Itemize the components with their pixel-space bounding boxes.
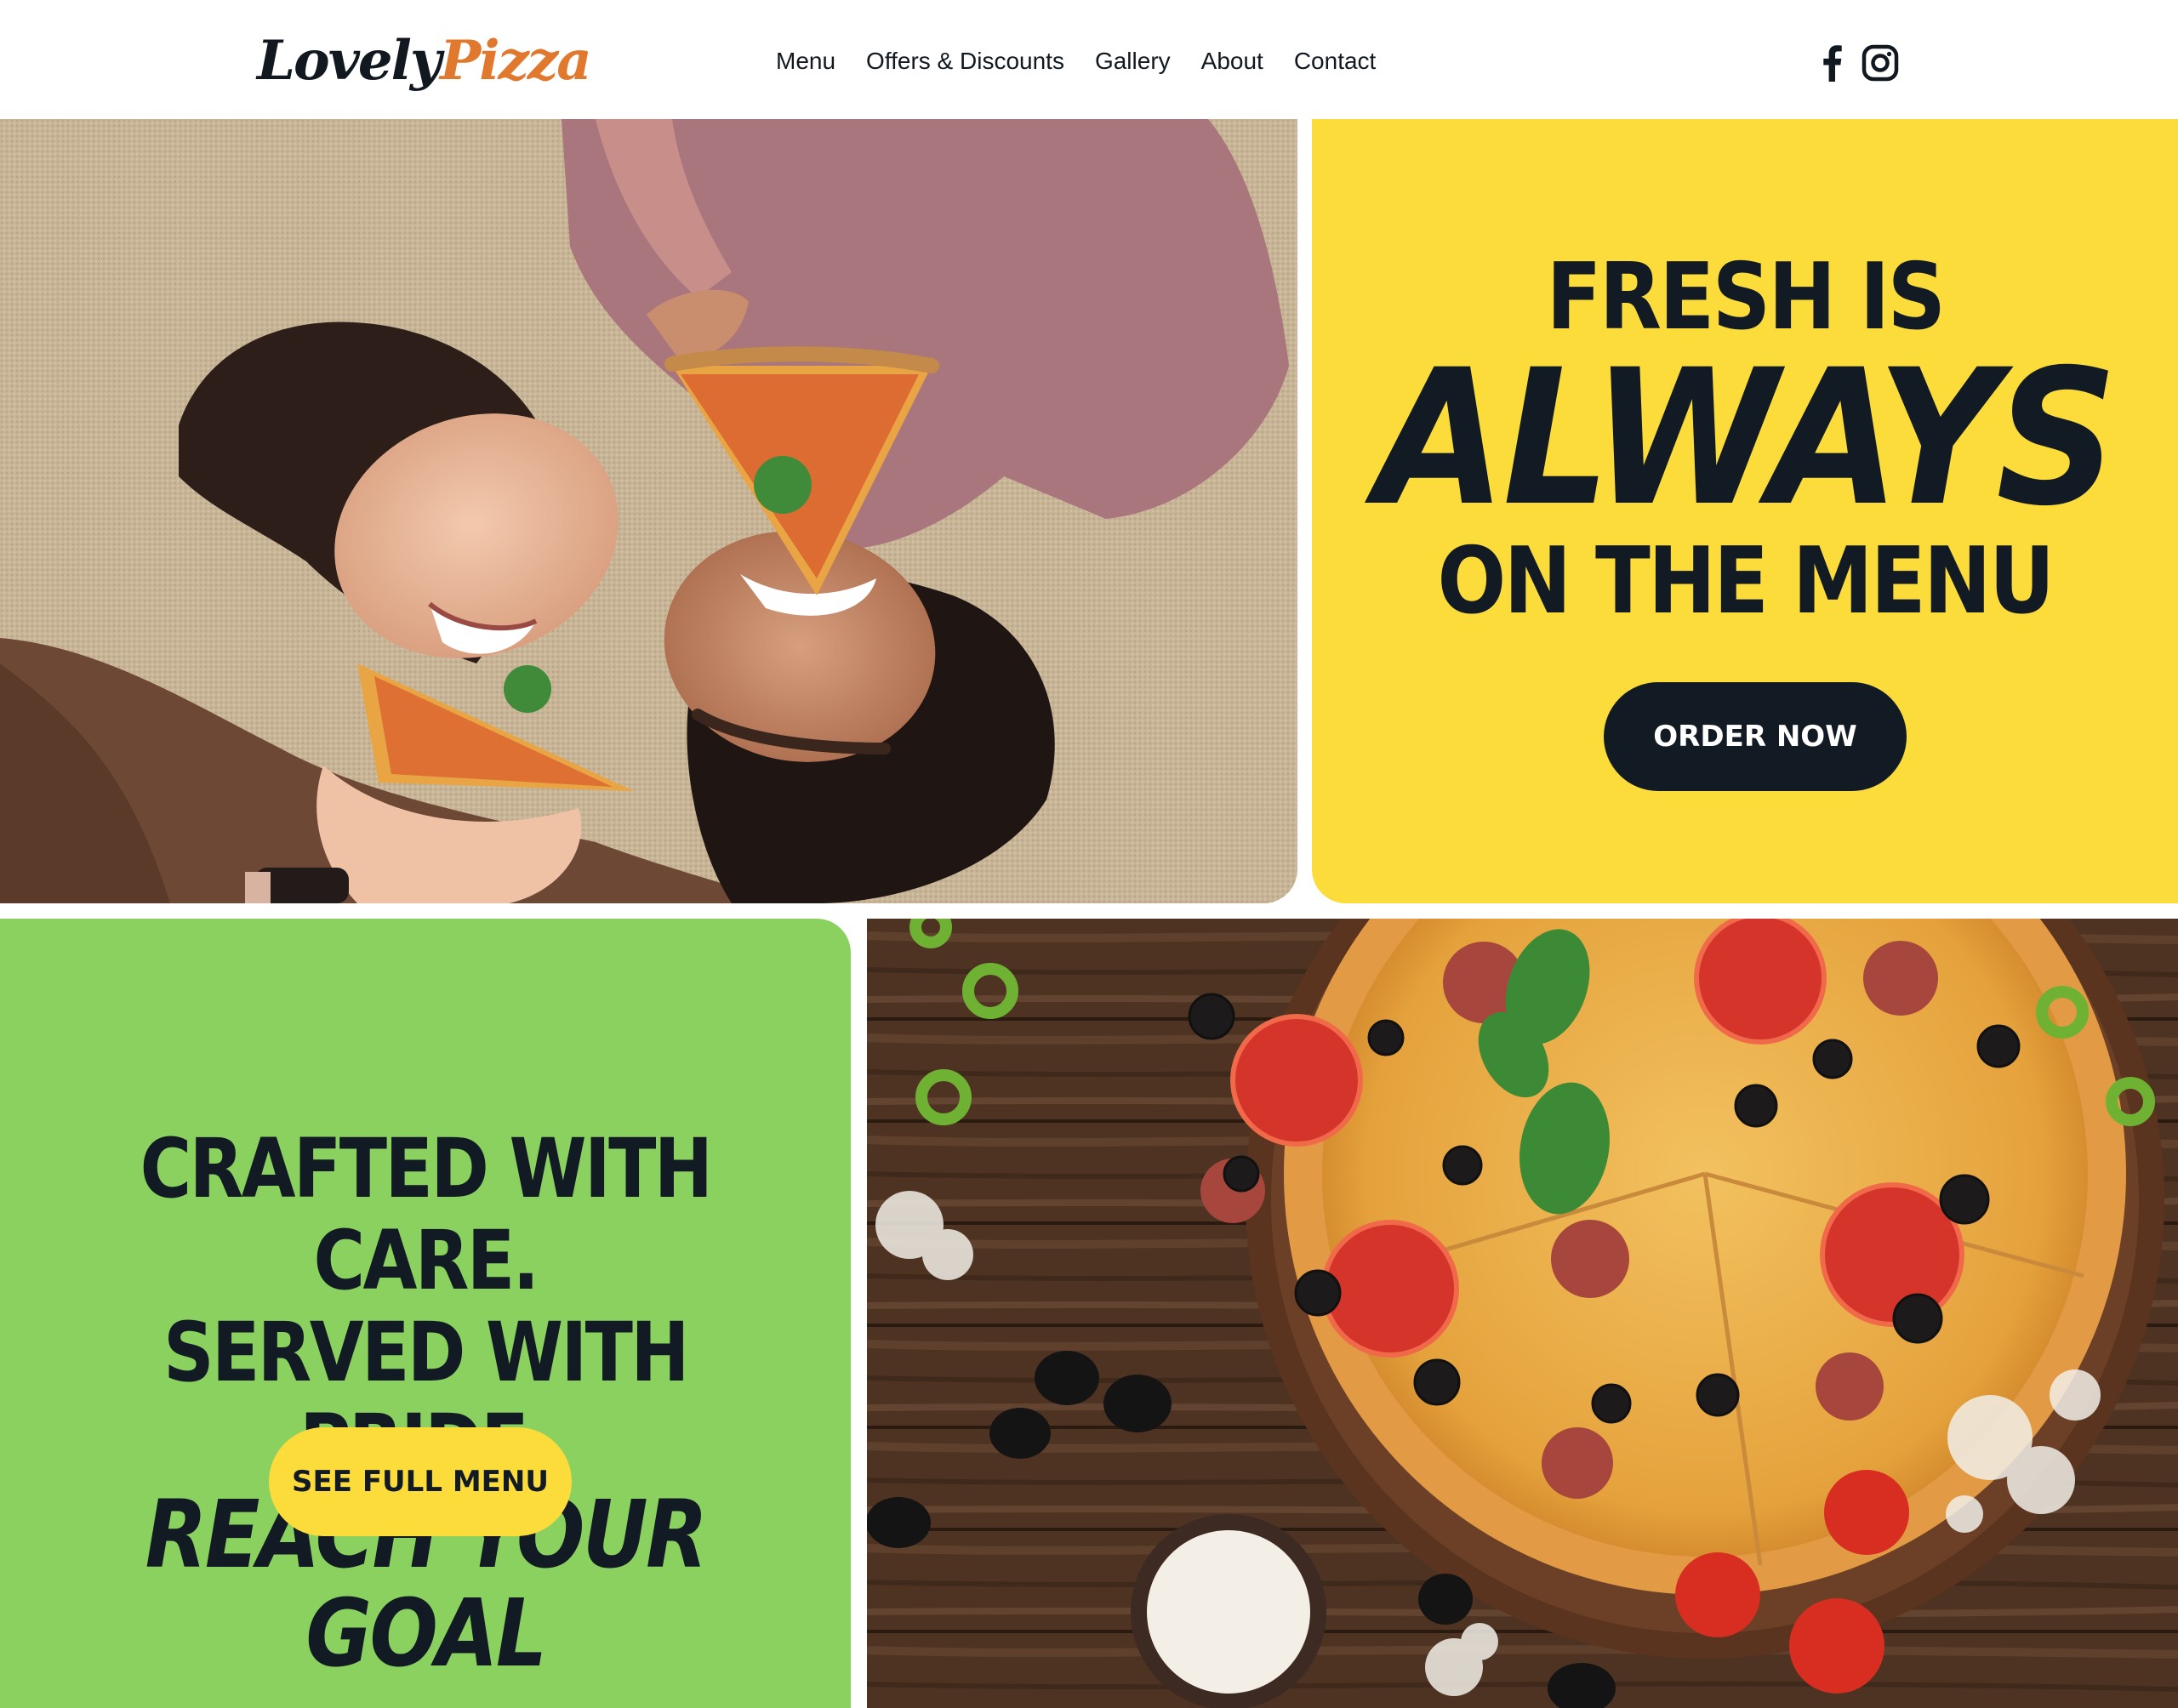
promo-headline: CRAFTED WITH CARE. SERVED WITH PRIDE. RE… bbox=[0, 1123, 851, 1682]
promo-line-1: CRAFTED WITH CARE. bbox=[140, 1121, 713, 1308]
women-eating-pizza-image bbox=[0, 119, 1297, 903]
site-header: Lovely Pizza Menu Offers & Discounts Gall… bbox=[0, 0, 2178, 119]
brand-logo-part2: Pizza bbox=[440, 29, 592, 93]
brand-logo[interactable]: Lovely Pizza bbox=[257, 29, 592, 97]
facebook-icon[interactable] bbox=[1816, 44, 1846, 82]
order-now-button[interactable]: ORDER NOW bbox=[1604, 682, 1907, 791]
nav-item-about[interactable]: About bbox=[1201, 48, 1263, 75]
promo-banner: CRAFTED WITH CARE. SERVED WITH PRIDE. RE… bbox=[0, 919, 851, 1708]
hero-line-3: ON THE MENU bbox=[1437, 528, 2055, 635]
hero-headline: FRESH IS ALWAYS ON THE MENU bbox=[1312, 247, 2178, 633]
main-nav: Menu Offers & Discounts Gallery About Co… bbox=[776, 48, 1376, 75]
nav-item-gallery[interactable]: Gallery bbox=[1095, 48, 1171, 75]
social-links bbox=[1816, 44, 1899, 82]
nav-item-contact[interactable]: Contact bbox=[1294, 48, 1377, 75]
brand-logo-part1: Lovely bbox=[257, 29, 442, 93]
see-full-menu-button[interactable]: SEE FULL MENU bbox=[269, 1427, 572, 1536]
pizza-image bbox=[867, 919, 2178, 1708]
nav-item-menu[interactable]: Menu bbox=[776, 48, 835, 75]
nav-item-offers[interactable]: Offers & Discounts bbox=[866, 48, 1064, 75]
pizza-photo bbox=[867, 919, 2178, 1708]
hero-line-2: ALWAYS bbox=[1375, 329, 2118, 547]
hero-photo bbox=[0, 119, 1297, 903]
instagram-icon[interactable] bbox=[1862, 44, 1899, 82]
hero-banner: FRESH IS ALWAYS ON THE MENU ORDER NOW bbox=[1312, 119, 2178, 903]
